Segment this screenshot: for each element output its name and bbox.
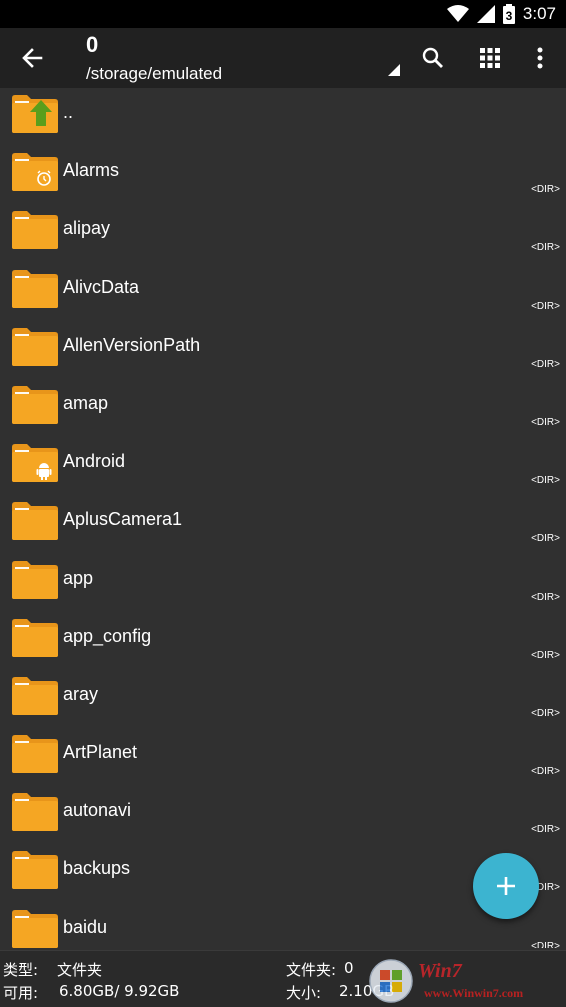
- page-title: 0: [86, 32, 99, 57]
- folder-icon: [11, 501, 59, 541]
- file-row[interactable]: autonavi <DIR>: [0, 786, 566, 844]
- grid-view-icon: [480, 48, 500, 68]
- file-name: autonavi: [63, 800, 132, 821]
- file-row[interactable]: baidu <DIR>: [0, 903, 566, 948]
- folder-icon: [11, 327, 59, 367]
- back-button[interactable]: [14, 42, 50, 74]
- file-name: app_config: [63, 625, 152, 646]
- windows-logo-icon: [369, 959, 413, 1003]
- folder-icon: [11, 792, 59, 832]
- grid-view-button[interactable]: [474, 42, 506, 74]
- file-type: <DIR>: [531, 416, 560, 428]
- file-name: baidu: [63, 916, 108, 937]
- file-name: AplusCamera1: [63, 509, 183, 530]
- file-name: AlivcData: [63, 276, 140, 297]
- folders-label: 文件夹:: [286, 961, 337, 979]
- file-name: ..: [63, 102, 74, 122]
- search-icon: [422, 47, 443, 68]
- file-name: Android: [63, 451, 126, 472]
- file-name: app: [63, 567, 94, 588]
- battery-level: 3: [506, 9, 513, 23]
- file-type: <DIR>: [531, 475, 560, 487]
- file-row[interactable]: alipay <DIR>: [0, 204, 566, 262]
- file-row[interactable]: AllenVersionPath <DIR>: [0, 321, 566, 379]
- toolbar: 0 /storage/emulated: [0, 28, 566, 88]
- file-type: <DIR>: [531, 242, 560, 254]
- file-row[interactable]: app_config <DIR>: [0, 612, 566, 670]
- add-fab-button[interactable]: [473, 853, 539, 919]
- type-label: 类型:: [3, 961, 39, 979]
- file-type: <DIR>: [531, 824, 560, 836]
- file-type: <DIR>: [531, 358, 560, 370]
- file-name: aray: [63, 683, 99, 704]
- alarm-folder-icon: [11, 152, 59, 192]
- back-arrow-icon: [22, 48, 43, 68]
- android-folder-icon: [11, 443, 59, 483]
- type-value: 文件夹: [57, 961, 103, 979]
- file-name: ArtPlanet: [63, 742, 138, 763]
- file-type: <DIR>: [531, 766, 560, 778]
- dropdown-triangle-icon[interactable]: [386, 62, 402, 78]
- folder-icon: [11, 269, 59, 309]
- file-row[interactable]: AplusCamera1 <DIR>: [0, 495, 566, 553]
- file-type: <DIR>: [531, 591, 560, 603]
- folder-icon: [11, 734, 59, 774]
- battery-icon: 3: [502, 4, 515, 24]
- folder-icon: [11, 385, 59, 425]
- status-time: 3:07: [522, 4, 556, 23]
- file-name: amap: [63, 392, 109, 413]
- file-name: backups: [63, 858, 131, 879]
- file-type: <DIR>: [531, 649, 560, 661]
- folder-icon: [11, 210, 59, 250]
- available-label: 可用:: [3, 984, 39, 1002]
- folder-icon: [11, 909, 59, 948]
- file-row[interactable]: ..: [0, 88, 566, 146]
- file-name: alipay: [63, 218, 111, 239]
- watermark: Win7 www.Winwin7.com: [366, 956, 566, 1006]
- search-button[interactable]: [417, 42, 449, 74]
- current-path[interactable]: /storage/emulated: [86, 64, 222, 84]
- watermark-url: www.Winwin7.com: [424, 986, 524, 1000]
- up-folder-icon: [11, 94, 59, 134]
- file-name: Alarms: [63, 160, 120, 181]
- more-vert-icon: [537, 47, 543, 69]
- file-list: .. Alarms <DIR> alipay <DIR> AlivcData <DIR> Al…: [0, 88, 566, 948]
- file-row[interactable]: ArtPlanet <DIR>: [0, 728, 566, 786]
- signal-icon: [476, 5, 495, 23]
- file-row[interactable]: app <DIR>: [0, 554, 566, 612]
- available-value: 6.80GB/ 9.92GB: [59, 982, 180, 1000]
- file-row[interactable]: amap <DIR>: [0, 379, 566, 437]
- file-type: <DIR>: [531, 940, 560, 948]
- folder-icon: [11, 560, 59, 600]
- plus-icon: [497, 877, 515, 895]
- size-label: 大小:: [286, 984, 322, 1002]
- file-type: <DIR>: [531, 707, 560, 719]
- watermark-text: Win7: [418, 960, 462, 982]
- file-type: <DIR>: [531, 184, 560, 196]
- status-icons: 3 3:07: [446, 0, 556, 28]
- file-row[interactable]: Android <DIR>: [0, 437, 566, 495]
- file-type: <DIR>: [531, 300, 560, 312]
- status-bar: 3 3:07: [0, 0, 566, 28]
- more-options-button[interactable]: [524, 42, 556, 74]
- file-row[interactable]: aray <DIR>: [0, 670, 566, 728]
- file-row[interactable]: Alarms <DIR>: [0, 146, 566, 204]
- folders-value: 0: [344, 959, 354, 977]
- folder-icon: [11, 676, 59, 716]
- folder-icon: [11, 850, 59, 890]
- file-name: AllenVersionPath: [63, 334, 201, 355]
- wifi-icon: [446, 5, 469, 22]
- file-row[interactable]: AlivcData <DIR>: [0, 263, 566, 321]
- folder-icon: [11, 618, 59, 658]
- file-type: <DIR>: [531, 533, 560, 545]
